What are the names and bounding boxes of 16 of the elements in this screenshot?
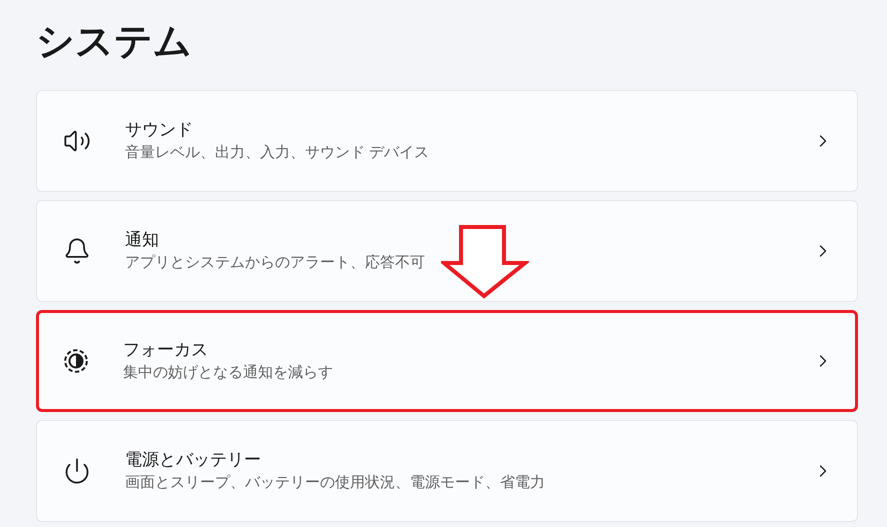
settings-card[interactable]: 通知 アプリとシステムからのアラート、応答不可 (36, 200, 858, 302)
page-title: システム (36, 20, 192, 65)
bell-icon (63, 237, 91, 265)
card-title: 電源とバッテリー (125, 449, 261, 471)
card-title: 通知 (125, 229, 159, 251)
card-title: サウンド (125, 119, 193, 141)
power-icon (63, 457, 91, 485)
settings-card[interactable]: 電源とバッテリー 画面とスリープ、バッテリーの使用状況、電源モード、省電力 (36, 420, 858, 522)
card-description: 画面とスリープ、バッテリーの使用状況、電源モード、省電力 (125, 473, 545, 493)
focus-icon (63, 348, 89, 374)
card-title: フォーカス (123, 339, 208, 361)
settings-card[interactable]: フォーカス 集中の妨げとなる通知を減らす (36, 310, 858, 412)
card-description: アプリとシステムからのアラート、応答不可 (125, 253, 425, 273)
settings-card[interactable]: サウンド 音量レベル、出力、入力、サウンド デバイス (36, 90, 858, 192)
card-description: 音量レベル、出力、入力、サウンド デバイス (125, 143, 430, 163)
card-description: 集中の妨げとなる通知を減らす (123, 363, 333, 383)
